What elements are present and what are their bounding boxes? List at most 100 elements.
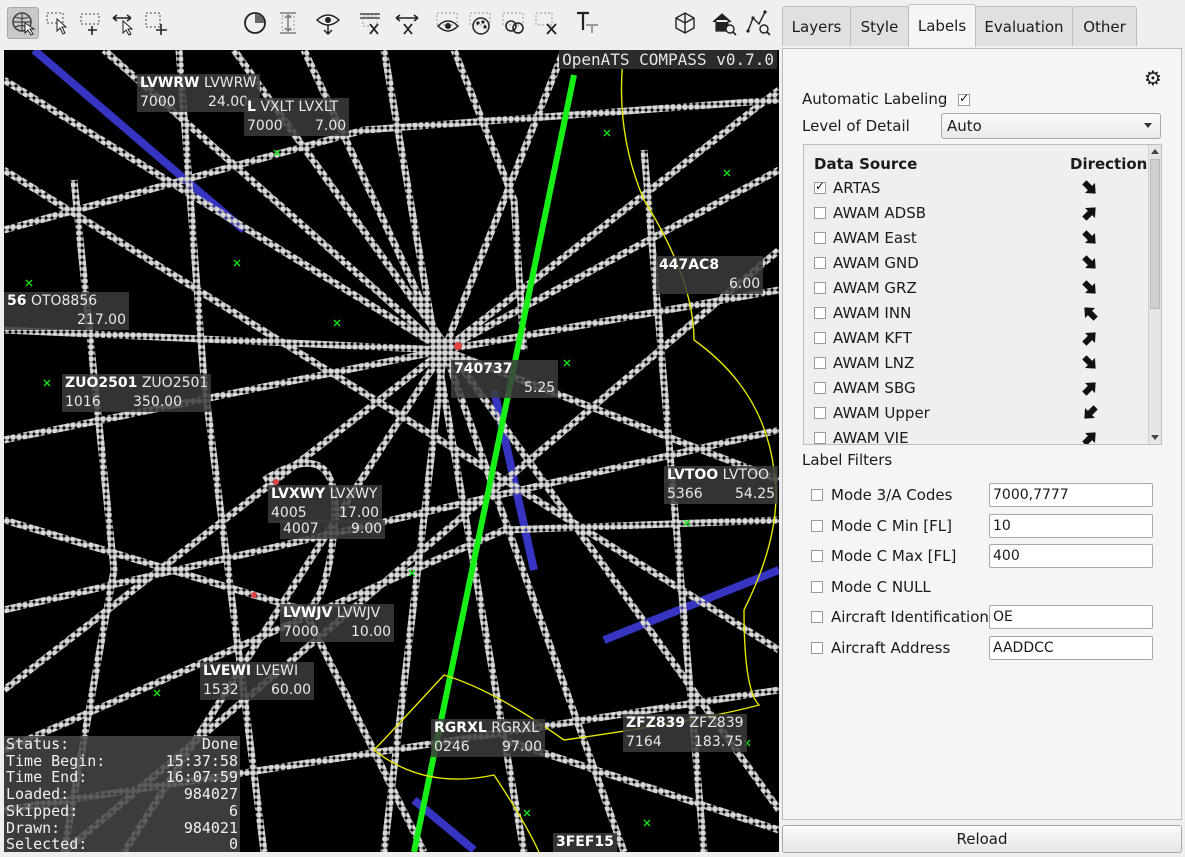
text-icon[interactable] [571, 7, 603, 39]
data-source-checkbox[interactable] [814, 281, 826, 294]
track-label[interactable]: LVWRW LVWRW 7000 24.00 [137, 74, 260, 112]
measure-icon[interactable] [392, 7, 424, 39]
track-label-ident: LVTOO [722, 467, 770, 483]
label-filter-input[interactable]: 7000,7777 [989, 483, 1153, 507]
label-filter-input[interactable]: 10 [989, 513, 1153, 538]
direction-arrow-icon[interactable] [1079, 278, 1101, 298]
level-of-detail-select[interactable]: Auto [941, 113, 1161, 139]
track-label-callsign: LVTOO [667, 467, 719, 483]
track-label[interactable]: LVWJV LVWJV 7000 10.00 [280, 604, 395, 642]
select-rect-icon[interactable] [140, 7, 172, 39]
direction-arrow-icon[interactable] [1079, 428, 1101, 444]
home-icon[interactable] [708, 7, 740, 39]
track-label-callsign: LVXWY [271, 486, 326, 502]
tab-other[interactable]: Other [1072, 6, 1137, 46]
direction-arrow-icon[interactable] [1079, 328, 1101, 348]
data-source-checkbox[interactable] [814, 356, 826, 369]
label-filter-checkbox[interactable] [811, 519, 823, 532]
track-label-altitude: 350.00 [133, 394, 182, 410]
show-icon[interactable] [312, 7, 344, 39]
tab-evaluation[interactable]: Evaluation [975, 6, 1073, 46]
track-label[interactable]: LVXWY LVXWY 4005 17.00 [268, 485, 383, 523]
label-filter-input[interactable]: AADDCC [989, 636, 1153, 660]
data-source-checkbox[interactable] [814, 306, 826, 319]
track-label[interactable]: ZUO2501 ZUO2501 1016 350.00 [62, 374, 212, 412]
automatic-labeling-label: Automatic Labeling [802, 90, 948, 108]
track-label[interactable]: LVEWI LVEWI 1532 60.00 [200, 662, 315, 700]
data-source-checkbox[interactable] [814, 206, 826, 219]
filter-icon[interactable] [498, 7, 530, 39]
status-key: Time End: [6, 768, 88, 787]
clear-icon[interactable] [354, 7, 386, 39]
scroll-down-icon[interactable] [1151, 435, 1159, 440]
time-icon[interactable] [239, 7, 271, 39]
data-source-checkbox[interactable] [814, 331, 826, 344]
status-value: 984027 [183, 785, 238, 804]
data-source-scrollbar[interactable] [1148, 145, 1161, 444]
track-label[interactable]: L VXLT LVXLT 7000 7.00 [244, 98, 350, 136]
direction-arrow-icon[interactable] [1079, 178, 1101, 198]
label-filter-checkbox[interactable] [811, 611, 823, 624]
track-label-ident: LVEWI [255, 663, 299, 679]
scroll-thumb[interactable] [1150, 159, 1160, 309]
direction-arrow-icon[interactable] [1079, 303, 1101, 323]
automatic-labeling-checkbox[interactable] [958, 91, 971, 106]
label-filter-input[interactable]: 400 [989, 544, 1153, 569]
label-filter-checkbox[interactable] [811, 550, 823, 563]
track-label[interactable]: LVTOO LVTOO 5366 54.25 [664, 466, 779, 504]
track-label[interactable]: ZFZ839 ZFZ839 7164 183.75 [623, 714, 747, 752]
direction-arrow-icon[interactable] [1079, 403, 1101, 423]
data-source-checkbox[interactable] [814, 179, 826, 194]
data-source-name: AWAM LNZ [833, 353, 915, 372]
status-value: 6 [228, 801, 238, 820]
track-label-callsign: 3FEF15 [556, 834, 614, 850]
data-source-checkbox[interactable] [814, 256, 826, 269]
label-filter-checkbox[interactable] [811, 489, 823, 501]
direction-arrow-icon[interactable] [1079, 353, 1101, 373]
labels-pane: ⚙ Automatic Labeling Level of Detail Aut… [782, 48, 1182, 820]
add-rect-icon[interactable] [75, 7, 107, 39]
data-source-checkbox[interactable] [814, 431, 826, 444]
track-label-code: 1016 [65, 394, 101, 410]
palette-icon[interactable] [465, 7, 497, 39]
toolbar [0, 0, 780, 48]
scroll-up-icon[interactable] [1151, 149, 1159, 154]
select-point-icon[interactable] [41, 7, 73, 39]
tab-layers[interactable]: Layers [782, 6, 851, 46]
label-filter-checkbox[interactable] [811, 642, 823, 654]
direction-arrow-icon[interactable] [1079, 203, 1101, 223]
track-label[interactable]: 447AC8 6.00 [656, 256, 764, 294]
zoom-icon[interactable] [742, 7, 774, 39]
data-source-checkbox[interactable] [814, 231, 826, 244]
reload-button[interactable]: Reload [782, 825, 1182, 853]
grid3d-icon[interactable] [669, 7, 701, 39]
status-row: Skipped: 6 [6, 803, 238, 820]
navigate-icon[interactable] [7, 7, 39, 39]
track-label[interactable]: 4007 9.00 [280, 520, 386, 539]
direction-arrow-icon[interactable] [1079, 378, 1101, 398]
track-label[interactable]: 3FEF15 [553, 833, 617, 852]
tab-labels[interactable]: Labels [908, 4, 976, 47]
eye-icon[interactable] [432, 7, 464, 39]
map-view[interactable]: OpenATS COMPASS v0.7.0 LVWRW LVWRW 7000 24… [4, 50, 779, 852]
gear-icon[interactable]: ⚙ [1144, 66, 1162, 90]
data-source-checkbox[interactable] [814, 406, 826, 419]
data-source-checkbox[interactable] [814, 381, 826, 394]
label-filter-input[interactable]: OE [989, 605, 1153, 630]
tab-style[interactable]: Style [850, 6, 909, 46]
direction-arrow-icon[interactable] [1079, 253, 1101, 273]
direction-arrow-icon[interactable] [1079, 228, 1101, 248]
track-label[interactable]: 740737 5.25 [451, 360, 559, 398]
data-source-name: ARTAS [833, 178, 881, 197]
label-filter-checkbox[interactable] [811, 580, 823, 593]
move-select-icon[interactable] [108, 7, 140, 39]
track-label-code: 4007 [283, 521, 319, 537]
distance-icon[interactable] [272, 7, 304, 39]
track-label[interactable]: RGRXL RGRXL 0246 97.00 [431, 719, 546, 757]
status-box: Status: Done Time Begin: 15:37:58 Time End: 1… [4, 736, 240, 852]
track-label[interactable]: 56 OTO8856 217.00 [4, 292, 129, 330]
direction-header: Direction [1070, 155, 1148, 173]
data-source-row: AWAM SBG [814, 375, 1144, 400]
track-label-ident: VXLT LVXLT [260, 99, 339, 115]
remove-icon[interactable] [531, 7, 563, 39]
